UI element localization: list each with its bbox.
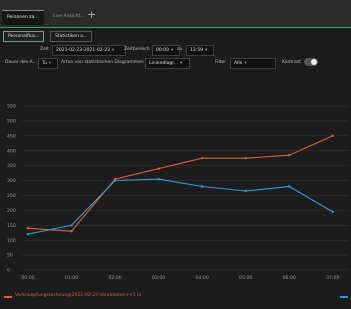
add-tab-button[interactable]: + (84, 8, 99, 22)
chevron-down-icon: ▾ (179, 61, 183, 66)
series-1-point-4 (200, 156, 204, 160)
y-tick-label-10: 500 (7, 119, 16, 125)
series-1-point-1 (70, 230, 73, 233)
x-tick-label-1: 01:00 (65, 275, 78, 281)
series-1-point-3 (157, 167, 160, 170)
series-1-point-5 (244, 156, 247, 160)
series-2-point-3 (157, 177, 160, 181)
series-2-point-1 (70, 224, 73, 227)
y-tick-label-8: 400 (7, 148, 16, 154)
y-tick-label-9: 450 (7, 133, 16, 139)
series-2-point-2 (113, 179, 117, 182)
series-2-point-5 (244, 189, 247, 193)
legend-label-series-1: Verknuepfungsrechnung(2021-02-23 Vorabda… (15, 293, 142, 298)
duration-select[interactable]: Tu ▾ (38, 58, 58, 69)
time-label: Zeit (40, 47, 49, 52)
y-tick-label-11: 550 (7, 104, 16, 110)
subtab-bar: Personalflus... Statistiken a... (0, 30, 351, 42)
series-2-point-4 (200, 185, 204, 188)
x-tick-label-3: 03:00 (152, 275, 165, 281)
y-tick-label-7: 350 (7, 163, 16, 169)
chart-area: 0 50 100 150 200 250 300 350 400 450 500 550 00:00 01… (0, 95, 351, 307)
chevron-down-icon: ▾ (111, 48, 115, 53)
duration-label: Dauer des A... (5, 60, 37, 65)
x-tick-label-7: 07:00 (326, 275, 339, 281)
contrast-label: Kontrast (282, 60, 301, 65)
subtab-personalfluss[interactable]: Personalflus... (3, 31, 45, 42)
filter-select[interactable]: Alle ▾ (230, 58, 276, 69)
y-tick-label-3: 150 (7, 223, 16, 229)
filter-controls-row: Dauer des A... Tu ▾ Arten von statistisch… (0, 58, 351, 70)
chevron-down-icon: ▾ (48, 61, 52, 66)
y-tick-label-2: 100 (7, 238, 16, 244)
interval-label: Zeitbereich (124, 47, 150, 52)
series-2-point-7 (331, 210, 334, 214)
interval-end-select[interactable]: 12:59 ▾ (186, 45, 214, 56)
chart-legend: Verknuepfungsrechnung(2021-02-23 Vorabda… (0, 293, 351, 303)
chart-type-value: Liniendiagr... (149, 61, 178, 66)
series-1-point-0 (26, 227, 30, 230)
interval-end-value: 12:59 (190, 48, 203, 53)
interval-start-value: 00:00 (156, 48, 169, 53)
y-tick-label-4: 200 (7, 208, 16, 214)
toggle-knob (311, 59, 317, 65)
date-range-picker[interactable]: 2021-02-23-2021-02-23 ▾ (52, 45, 126, 56)
series-1-point-7 (331, 134, 334, 138)
contrast-toggle[interactable] (304, 58, 318, 66)
x-tick-label-6: 06:00 (283, 275, 296, 281)
y-tick-label-0: 0 (7, 268, 10, 274)
series-1-point-6 (288, 154, 291, 157)
chevron-down-icon: ▾ (170, 48, 174, 53)
tab-personen[interactable]: Personen za... (2, 10, 44, 25)
duration-value: Tu (42, 61, 47, 66)
filter-value: Alle (234, 61, 243, 66)
chevron-down-icon: ▾ (244, 61, 247, 66)
tab-label: Live Ansicht... (53, 14, 85, 19)
legend-swatch-series-2 (340, 296, 348, 298)
interval-start-select[interactable]: 00:00 ▾ (152, 45, 180, 56)
date-range-value: 2021-02-23-2021-02-23 (56, 48, 110, 53)
y-tick-label-5: 250 (7, 193, 16, 199)
title-bar: Personen za... Live Ansicht... + (0, 0, 351, 28)
line-chart: 0 50 100 150 200 250 300 350 400 450 500 550 00:00 01… (7, 104, 349, 281)
chart-type-label: Arten von statistischen Diagrammen (61, 60, 144, 65)
x-tick-label-2: 02:00 (108, 275, 121, 281)
chevron-down-icon: ▾ (204, 48, 208, 53)
x-tick-label-0: 00:00 (21, 275, 34, 281)
x-tick-label-5: 05:00 (239, 275, 252, 281)
active-indicator (0, 27, 351, 28)
series-line-1 (27, 135, 334, 232)
time-controls-row: Zeit 2021-02-23-2021-02-23 ▾ Zeitbereich … (0, 45, 351, 57)
y-tick-label-1: 50 (7, 253, 13, 259)
series-2-point-0 (26, 233, 30, 236)
series-2-point-6 (288, 185, 291, 188)
subtab-statistiken[interactable]: Statistiken a... (50, 31, 93, 42)
tab-label: Personen za... (7, 15, 39, 20)
series-line-2 (27, 178, 334, 235)
chart-type-select[interactable]: Liniendiagr... ▾ (145, 58, 190, 69)
interval-separator: zu (177, 47, 183, 52)
filter-label: Filter (215, 60, 227, 65)
x-tick-label-4: 04:00 (196, 275, 209, 281)
y-tick-label-6: 300 (7, 178, 16, 184)
legend-swatch-series-1 (4, 296, 12, 298)
